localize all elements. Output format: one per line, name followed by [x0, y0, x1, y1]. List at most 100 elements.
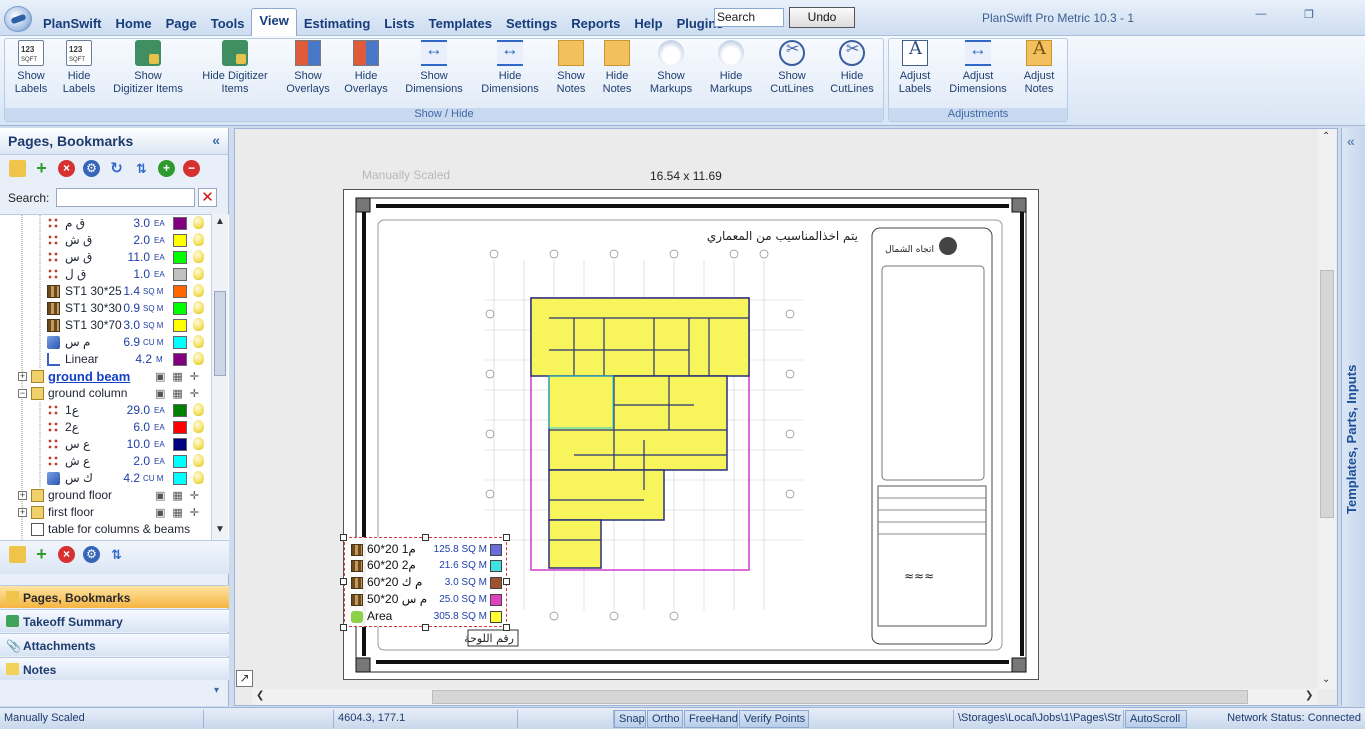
- color-swatch[interactable]: [173, 217, 187, 230]
- nav-attachments[interactable]: 📎 Attachments: [0, 633, 229, 656]
- hide-labels-button[interactable]: HideLabels: [58, 40, 100, 96]
- scroll-left-icon[interactable]: ❮: [256, 690, 264, 701]
- collapse-panel-icon[interactable]: «: [212, 132, 220, 148]
- scroll-down-icon[interactable]: ▼: [215, 524, 225, 535]
- resize-handle[interactable]: [340, 534, 347, 541]
- resize-handle[interactable]: [503, 534, 510, 541]
- resize-handle[interactable]: [422, 534, 429, 541]
- visibility-bulb-icon[interactable]: [193, 284, 204, 297]
- menu-settings[interactable]: Settings: [499, 10, 564, 36]
- app-logo-icon[interactable]: [4, 6, 32, 32]
- visibility-bulb-icon[interactable]: [193, 437, 204, 450]
- visibility-bulb-icon[interactable]: [193, 250, 204, 263]
- folder-tools-icons[interactable]: ▣▦✛: [155, 506, 206, 519]
- hide-overlays-button[interactable]: Hide Overlays: [340, 40, 392, 96]
- tree-item[interactable]: ق س 11.0 EA: [0, 249, 210, 266]
- templates-parts-inputs-tab[interactable]: Templates, Parts, Inputs: [1344, 365, 1359, 514]
- hide-markups-button[interactable]: Hide Markups: [704, 40, 758, 96]
- tree-item[interactable]: ST1 30*30 0.9 SQ M: [0, 300, 210, 317]
- tree-item[interactable]: ق ل 1.0 EA: [0, 266, 210, 283]
- visibility-bulb-icon[interactable]: [193, 335, 204, 348]
- hide-dimensions-button[interactable]: HideDimensions: [476, 40, 544, 96]
- adjust-notes-button[interactable]: AdjustNotes: [1018, 40, 1060, 96]
- add-icon[interactable]: +: [33, 159, 50, 177]
- tree-folder-ground-column[interactable]: − ground column ▣▦✛: [0, 385, 210, 402]
- resize-handle[interactable]: [340, 578, 347, 585]
- show-cutlines-button[interactable]: ShowCutLines: [766, 40, 818, 96]
- menu-lists[interactable]: Lists: [377, 10, 421, 36]
- adjust-labels-button[interactable]: AdjustLabels: [894, 40, 936, 96]
- color-swatch[interactable]: [173, 285, 187, 298]
- tree-folder-ground-floor[interactable]: + ground floor ▣▦✛: [0, 487, 210, 504]
- color-swatch[interactable]: [173, 251, 187, 264]
- visibility-bulb-icon[interactable]: [193, 454, 204, 467]
- folder-tools-icons[interactable]: ▣▦✛: [155, 489, 206, 502]
- properties-gear-icon[interactable]: ⚙: [83, 546, 100, 563]
- hide-digitizer-items-button[interactable]: Hide Digitizer Items: [196, 40, 274, 96]
- tree-item[interactable]: ع2 6.0 EA: [0, 419, 210, 436]
- visibility-bulb-icon[interactable]: [193, 233, 204, 246]
- snap-toggle[interactable]: Snap: [614, 710, 646, 728]
- scroll-up-icon[interactable]: ▲: [215, 216, 225, 227]
- nav-takeoff-summary[interactable]: Takeoff Summary: [0, 609, 229, 632]
- color-swatch[interactable]: [173, 353, 187, 366]
- show-labels-button[interactable]: ShowLabels: [10, 40, 52, 96]
- open-folder-icon[interactable]: [9, 160, 26, 177]
- visibility-bulb-icon[interactable]: [193, 471, 204, 484]
- canvas-vertical-thumb[interactable]: [1320, 270, 1334, 518]
- menu-tools[interactable]: Tools: [204, 10, 252, 36]
- color-swatch[interactable]: [173, 319, 187, 332]
- hide-notes-button[interactable]: Hide Notes: [596, 40, 638, 96]
- properties-gear-icon[interactable]: ⚙: [83, 160, 100, 177]
- ortho-toggle[interactable]: Ortho: [647, 710, 683, 728]
- color-swatch[interactable]: [173, 234, 187, 247]
- visibility-bulb-icon[interactable]: [193, 420, 204, 433]
- menu-estimating[interactable]: Estimating: [297, 10, 377, 36]
- expand-diagonal-icon[interactable]: ↗: [236, 670, 253, 687]
- hide-cutlines-button[interactable]: HideCutLines: [826, 40, 878, 96]
- color-swatch[interactable]: [173, 438, 187, 451]
- undo-button[interactable]: Undo: [789, 7, 855, 28]
- tree-item[interactable]: ST1 30*25 1.4 SQ M: [0, 283, 210, 300]
- tree-folder-first-floor[interactable]: + first floor ▣▦✛: [0, 504, 210, 521]
- tree-item[interactable]: م س 6.9 CU M: [0, 334, 210, 351]
- freehand-toggle[interactable]: FreeHand: [684, 710, 738, 728]
- nav-notes[interactable]: Notes: [0, 657, 229, 680]
- nav-overflow-icon[interactable]: ▾: [214, 685, 219, 696]
- tree-search-input[interactable]: [56, 188, 195, 207]
- menu-reports[interactable]: Reports: [564, 10, 627, 36]
- menu-view[interactable]: View: [251, 8, 297, 36]
- tree-scrollbar[interactable]: ▲ ▼: [211, 214, 228, 540]
- color-swatch[interactable]: [173, 268, 187, 281]
- visibility-bulb-icon[interactable]: [193, 352, 204, 365]
- color-swatch[interactable]: [173, 455, 187, 468]
- color-swatch[interactable]: [173, 421, 187, 434]
- tree-scroll-thumb[interactable]: [214, 291, 226, 376]
- delete-icon[interactable]: ×: [58, 546, 75, 563]
- show-digitizer-items-button[interactable]: Show Digitizer Items: [106, 40, 190, 96]
- scroll-right-icon[interactable]: ❯: [1305, 690, 1313, 701]
- visibility-bulb-icon[interactable]: [193, 403, 204, 416]
- visibility-bulb-icon[interactable]: [193, 318, 204, 331]
- menu-home[interactable]: Home: [109, 10, 159, 36]
- tree-item[interactable]: ك س 4.2 CU M: [0, 470, 210, 487]
- menu-templates[interactable]: Templates: [422, 10, 499, 36]
- resize-handle[interactable]: [340, 624, 347, 631]
- tree-item[interactable]: ST1 30*70 3.0 SQ M: [0, 317, 210, 334]
- folder-tools-icons[interactable]: ▣▦✛: [155, 387, 206, 400]
- delete-icon[interactable]: ×: [58, 160, 75, 177]
- collapse-icon[interactable]: −: [18, 389, 27, 398]
- sort-icon[interactable]: ⇅: [108, 546, 125, 563]
- scroll-down-icon[interactable]: ⌄: [1322, 674, 1330, 685]
- tree-item[interactable]: ق ش 2.0 EA: [0, 232, 210, 249]
- color-swatch[interactable]: [173, 472, 187, 485]
- expand-icon[interactable]: +: [18, 491, 27, 500]
- menu-page[interactable]: Page: [159, 10, 204, 36]
- visibility-bulb-icon[interactable]: [193, 267, 204, 280]
- add-circle-icon[interactable]: +: [158, 160, 175, 177]
- tree-item[interactable]: ق م 3.0 EA: [0, 215, 210, 232]
- adjust-dimensions-button[interactable]: AdjustDimensions: [944, 40, 1012, 96]
- resize-handle[interactable]: [422, 624, 429, 631]
- verify-points-toggle[interactable]: Verify Points: [739, 710, 809, 728]
- resize-handle[interactable]: [503, 624, 510, 631]
